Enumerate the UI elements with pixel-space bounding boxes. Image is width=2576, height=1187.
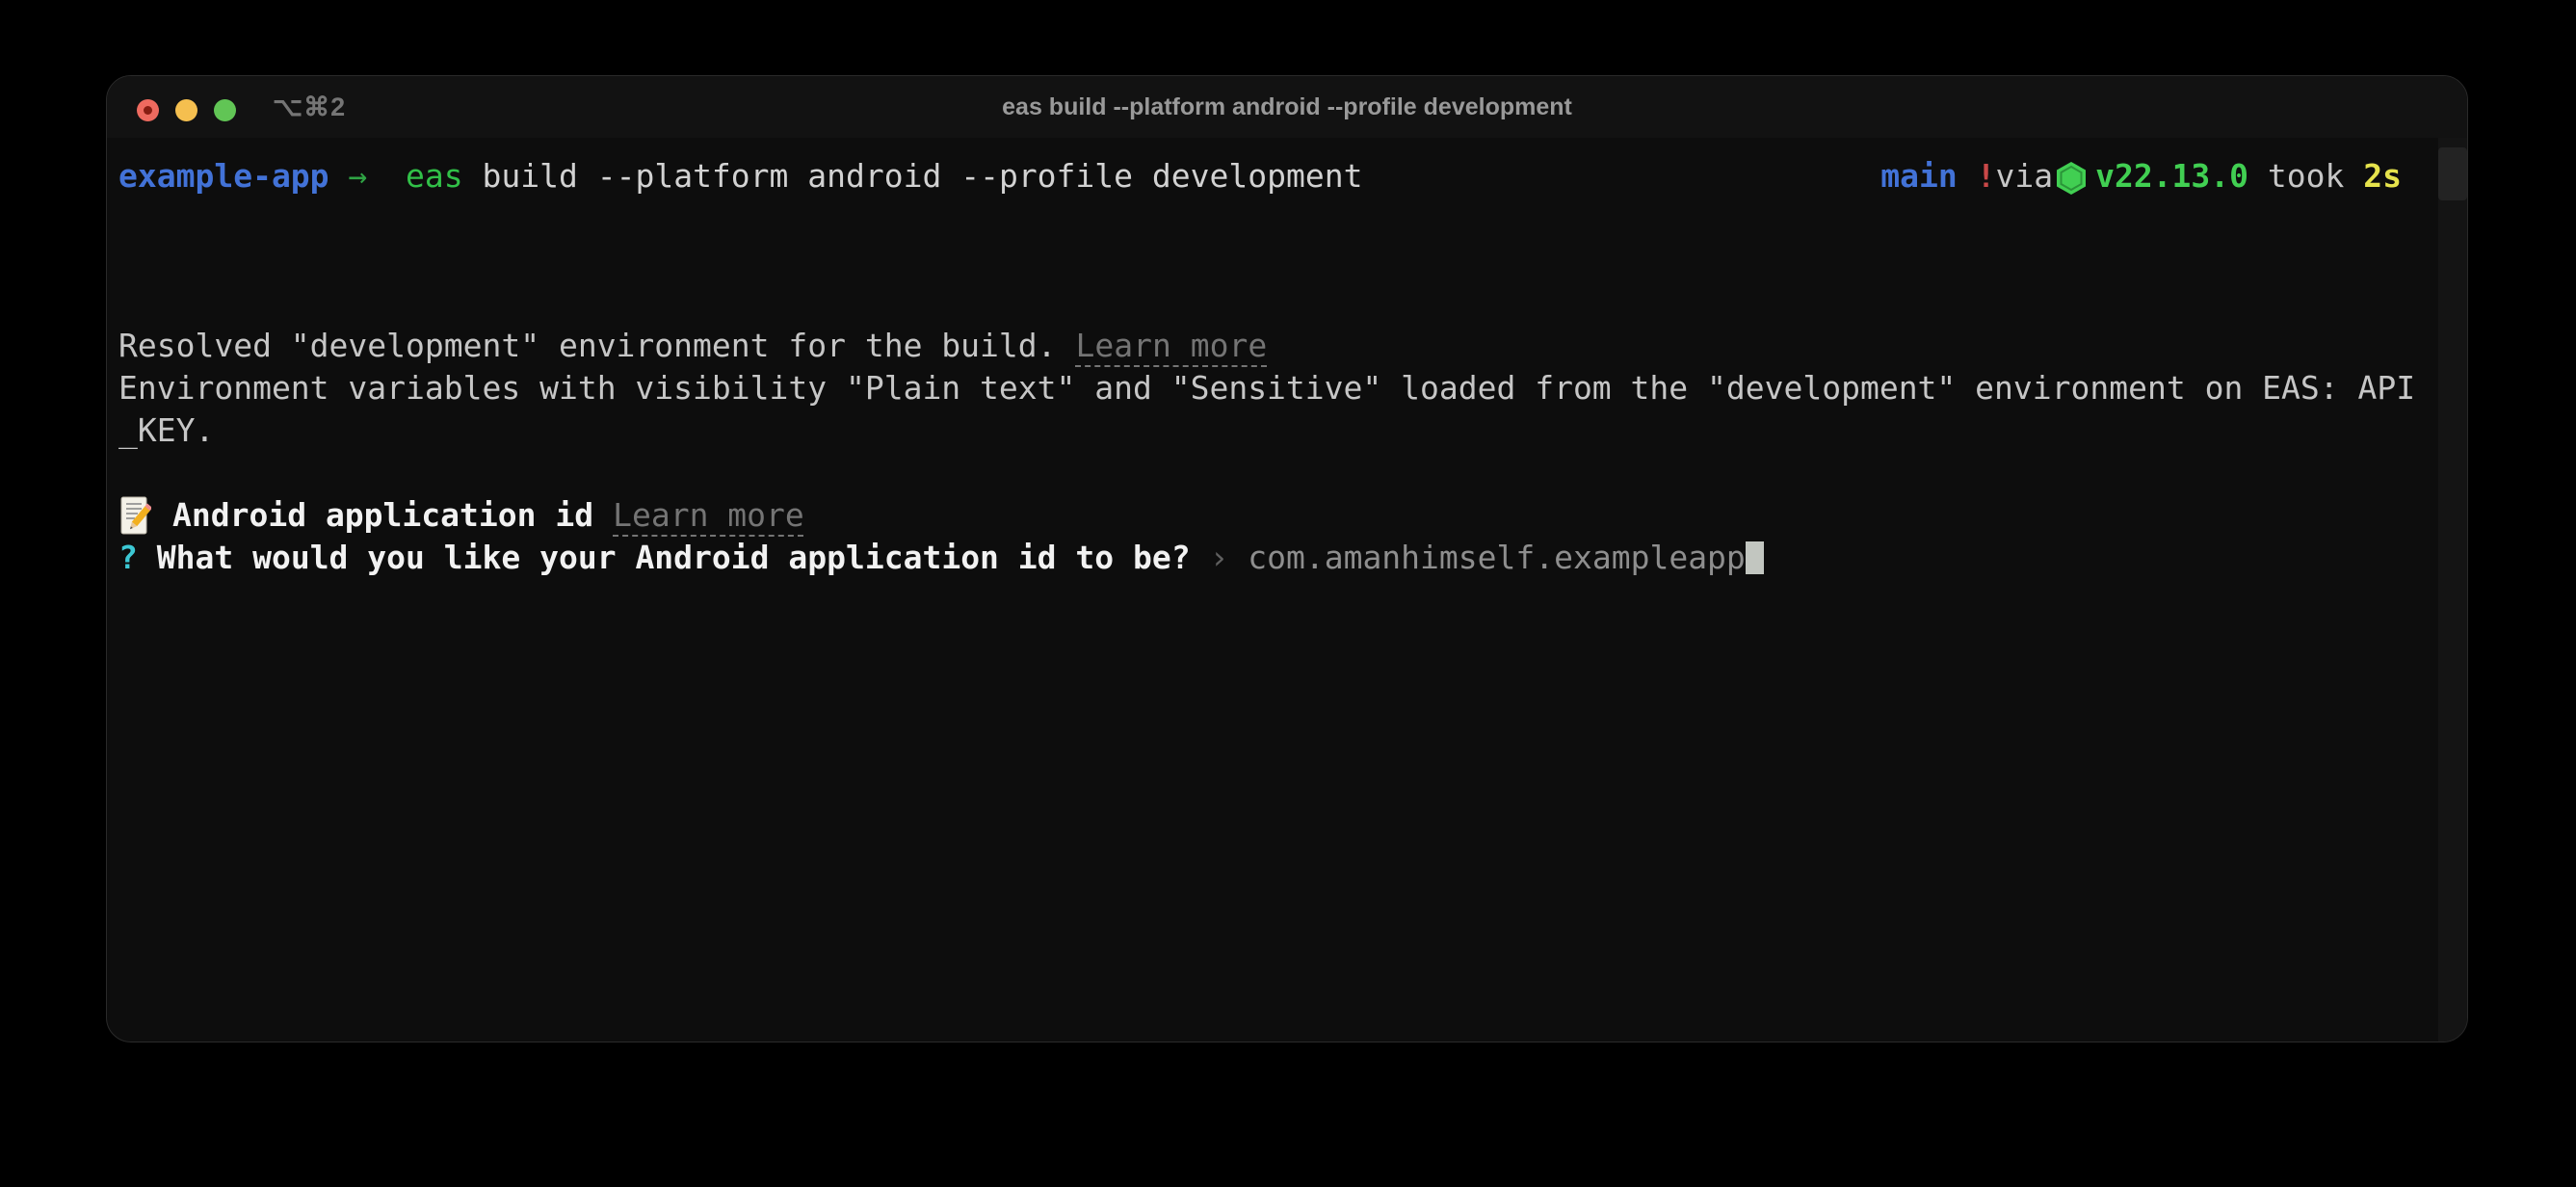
window-title: eas build --platform android --profile d… bbox=[107, 76, 2467, 138]
output-line-resolved: Resolved "development" environment for t… bbox=[118, 325, 2438, 367]
answer-chevron-icon: › bbox=[1209, 537, 1228, 579]
answer-input-value[interactable]: com.amanhimself.exampleapp bbox=[1248, 537, 1746, 579]
android-id-header: Android application id Learn more bbox=[118, 494, 2438, 537]
prompt-line: example-app → eas build --platform andro… bbox=[118, 155, 2438, 198]
duration-label: 2s bbox=[2363, 157, 2402, 195]
node-version-label: v22.13.0 bbox=[2095, 157, 2248, 195]
via-label: via bbox=[1995, 157, 2053, 195]
learn-more-link-environment[interactable]: Learn more bbox=[1076, 325, 1268, 367]
took-label: took bbox=[2248, 157, 2363, 195]
memo-icon bbox=[118, 496, 151, 535]
question-text: What would you like your Android applica… bbox=[157, 537, 1191, 579]
terminal-content: example-app → eas build --platform andro… bbox=[107, 138, 2467, 1042]
command-name: eas bbox=[406, 157, 463, 195]
question-mark: ? bbox=[118, 537, 138, 579]
git-branch-label: main bbox=[1880, 157, 1957, 195]
env-variables-text: Environment variables with visibility "P… bbox=[118, 367, 2415, 409]
env-variables-text-wrap: _KEY. bbox=[118, 409, 214, 452]
learn-more-link-android-id[interactable]: Learn more bbox=[613, 494, 804, 537]
scrollbar-track[interactable] bbox=[2438, 138, 2467, 1042]
prompt-directory: example-app bbox=[118, 157, 329, 195]
command-args: build --platform android --profile devel… bbox=[463, 157, 1363, 195]
android-id-title: Android application id bbox=[172, 494, 593, 537]
prompt-status-segment: main !via v22.13.0 took 2s bbox=[1880, 155, 2438, 198]
resolved-text: Resolved "development" environment for t… bbox=[118, 325, 1057, 367]
git-status-indicator: ! bbox=[1977, 157, 1996, 195]
titlebar[interactable]: ⌥⌘2 eas build --platform android --profi… bbox=[107, 76, 2467, 138]
text-cursor[interactable] bbox=[1746, 541, 1764, 574]
terminal-window: ⌥⌘2 eas build --platform android --profi… bbox=[106, 75, 2468, 1042]
prompt-arrow-icon: → bbox=[348, 157, 367, 195]
node-hexagon-icon bbox=[2057, 162, 2086, 195]
output-line-env: Environment variables with visibility "P… bbox=[118, 367, 2438, 409]
blank-lines bbox=[118, 198, 2438, 325]
scrollbar-thumb[interactable] bbox=[2438, 147, 2467, 200]
blank-line bbox=[118, 452, 2438, 494]
android-id-question: ? What would you like your Android appli… bbox=[118, 537, 2438, 579]
output-line-env-wrap: _KEY. bbox=[118, 409, 2438, 452]
